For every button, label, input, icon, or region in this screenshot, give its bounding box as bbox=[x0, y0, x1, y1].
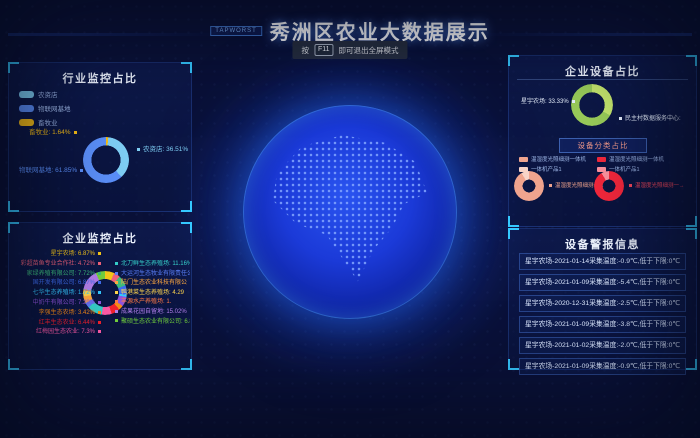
hint-suffix: 即可退出全屏模式 bbox=[339, 45, 399, 56]
corner-bracket bbox=[181, 201, 192, 212]
panel-title-enterprise-monitor: 企业监控占比 bbox=[9, 223, 191, 246]
legend-label: 农资店 bbox=[38, 89, 58, 99]
legend-swatch bbox=[597, 157, 606, 162]
enterprise-device-donut-chart bbox=[571, 84, 613, 126]
panel-enterprise-device: 企业设备占比 星宇农场: 33.33% 民主村数据服务中心: 设备分类占比 温湿… bbox=[508, 55, 697, 227]
panel-title-alarms: 设备警报信息 bbox=[509, 229, 696, 252]
chart-label: 红梅园生态农业: 7.3% bbox=[9, 328, 101, 338]
chart-label: 民主村数据服务中心: bbox=[619, 113, 681, 122]
corner-bracket bbox=[181, 62, 192, 73]
device-class-donut-right bbox=[594, 171, 624, 201]
chart-label: 北刀鲜生态养殖场: 11.16% bbox=[115, 260, 190, 270]
chart-label: 星宇农场: 6.87% bbox=[9, 250, 101, 260]
legend-label: 温湿度光照细测一体机 bbox=[609, 155, 664, 163]
chart-label: 畜牧业: 1.64% bbox=[29, 126, 77, 136]
corner-bracket bbox=[686, 359, 697, 370]
alarm-row: 星宇农场-2021-01-14采集温度:-0.9℃,低于下限:0℃ bbox=[519, 253, 686, 270]
panel-title-industry: 行业监控占比 bbox=[9, 63, 191, 86]
legend-swatch bbox=[19, 91, 34, 98]
industry-donut-chart bbox=[83, 137, 129, 183]
corner-bracket bbox=[181, 359, 192, 370]
dashboard: TAPWORST 秀洲区农业大数据展示 按 F11 即可退出全屏模式 行业监控占… bbox=[0, 0, 700, 438]
corner-bracket bbox=[686, 228, 697, 239]
corner-bracket bbox=[8, 359, 19, 370]
chart-label: 李强生态农场: 3.42% bbox=[9, 309, 101, 319]
legend-item: 农资店 bbox=[19, 89, 71, 99]
chart-label: 陆门生态农业科技有限公 bbox=[115, 279, 190, 289]
logo-badge: TAPWORST bbox=[210, 26, 262, 36]
legend-swatch bbox=[19, 119, 34, 126]
chart-label: 鸭港菜生态养殖场: 4.29 bbox=[115, 289, 190, 299]
corner-bracket bbox=[8, 62, 19, 73]
corner-bracket bbox=[686, 216, 697, 227]
corner-bracket bbox=[508, 359, 519, 370]
legend-swatch bbox=[19, 105, 34, 112]
chart-label: 大运河生态牧业有限责任公 bbox=[115, 270, 190, 280]
divider bbox=[517, 79, 688, 80]
corner-bracket bbox=[508, 55, 519, 66]
legend-swatch bbox=[519, 157, 528, 162]
enterprise-left-labels: 星宇农场: 6.87% 彩超苗鱼专业合作社: 4.72% 家绿养殖有限公司: 7… bbox=[9, 250, 101, 338]
hint-prefix: 按 bbox=[301, 45, 309, 56]
legend-item: 温湿度光照细测一体机 bbox=[597, 155, 681, 163]
alarm-row: 星宇农场-2021-01-09采集温度:-5.4℃,低于下限:0℃ bbox=[519, 274, 686, 291]
legend-item: 温湿度光照细测一体机 bbox=[519, 155, 603, 163]
f11-keycap: F11 bbox=[314, 44, 334, 56]
alarm-list: 星宇农场-2021-01-14采集温度:-0.9℃,低于下限:0℃ 星宇农场-2… bbox=[519, 253, 686, 379]
industry-legend: 农资店 物联网基地 畜牧业 bbox=[19, 89, 71, 131]
corner-bracket bbox=[686, 55, 697, 66]
device-class-title: 设备分类占比 bbox=[559, 138, 647, 153]
alarm-row: 星宇农场-2021-01-09采集温度:-0.9℃,低于下限:0℃ bbox=[519, 358, 686, 375]
chart-label: 丰源水产养殖场: 1. bbox=[115, 298, 190, 308]
chart-label: 农资店: 36.51% bbox=[137, 143, 188, 153]
chart-label: 聚硕生态农业有限公司: 6.87% bbox=[115, 318, 190, 328]
legend-label: 物联网基地 bbox=[38, 103, 71, 113]
chart-label: 中奶牛有限公司: 7.29% bbox=[9, 299, 101, 309]
corner-bracket bbox=[181, 222, 192, 233]
chart-label: 成果花园自留地: 15.02% bbox=[115, 308, 190, 318]
panel-industry-monitor: 行业监控占比 农资店 物联网基地 畜牧业 畜牧业: 1.64% 农资店: 36.… bbox=[8, 62, 192, 212]
globe-visualization bbox=[243, 105, 457, 319]
panel-enterprise-monitor: 企业监控占比 星宇农场: 6.87% 彩超苗鱼专业合作社: 4.72% 家绿养殖… bbox=[8, 222, 192, 370]
chart-label: 彩超苗鱼专业合作社: 4.72% bbox=[9, 260, 101, 270]
enterprise-right-labels: 北刀鲜生态养殖场: 11.16% 大运河生态牧业有限责任公 陆门生态农业科技有限… bbox=[115, 260, 190, 327]
chart-label: 物联网基地: 61.85% bbox=[19, 164, 83, 174]
corner-bracket bbox=[8, 222, 19, 233]
corner-bracket bbox=[508, 228, 519, 239]
header-decor-line-left bbox=[8, 33, 223, 36]
device-class-donut-left bbox=[514, 171, 544, 201]
legend-item: 物联网基地 bbox=[19, 103, 71, 113]
chart-label: 国开发有限公司: 6.87% bbox=[9, 279, 101, 289]
alarm-row: 星宇农场-2021-01-02采集温度:-2.0℃,低于下限:0℃ bbox=[519, 337, 686, 354]
corner-bracket bbox=[508, 216, 519, 227]
chart-label: 七华生态养殖场: 1.72% bbox=[9, 289, 101, 299]
legend-label: 温湿度光照细测一体机 bbox=[531, 155, 586, 163]
corner-bracket bbox=[8, 201, 19, 212]
chart-callout: 温湿度光照细测一→ bbox=[629, 181, 685, 189]
chart-label: 家绿养殖有限公司: 7.72% bbox=[9, 270, 101, 280]
alarm-row: 星宇农场-2021-01-09采集温度:-3.8℃,低于下限:0℃ bbox=[519, 316, 686, 333]
header-decor-line-right bbox=[477, 33, 692, 36]
chart-label: 红丰生态农业: 6.44% bbox=[9, 319, 101, 329]
alarm-row: 星宇农场-2020-12-31采集温度:-2.5℃,低于下限:0℃ bbox=[519, 295, 686, 312]
panel-title-enterprise-device: 企业设备占比 bbox=[509, 56, 696, 79]
panel-device-alarms: 设备警报信息 星宇农场-2021-01-14采集温度:-0.9℃,低于下限:0℃… bbox=[508, 228, 697, 370]
chart-label: 星宇农场: 33.33% bbox=[521, 96, 575, 105]
fullscreen-hint-bar: 按 F11 即可退出全屏模式 bbox=[292, 41, 407, 59]
